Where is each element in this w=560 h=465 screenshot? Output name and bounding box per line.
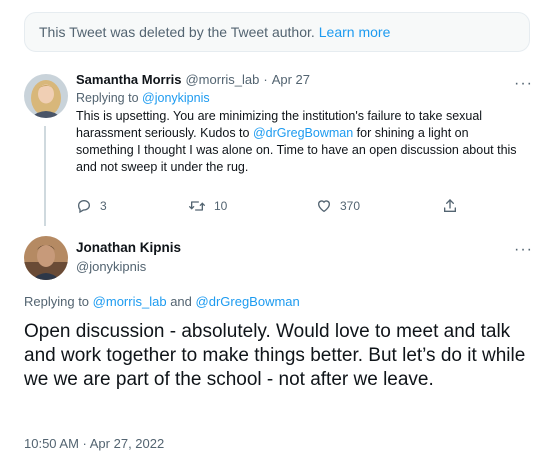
like-button[interactable]: 370	[316, 198, 360, 214]
retweet-icon	[189, 201, 205, 211]
thread-connector-line	[44, 126, 46, 226]
mention-link-morris-lab[interactable]: @morris_lab	[93, 294, 167, 309]
share-icon	[444, 199, 456, 212]
author-name[interactable]: Samantha Morris	[76, 72, 181, 87]
author-handle[interactable]: @morris_lab	[185, 72, 259, 87]
main-more-options-icon[interactable]: ···	[514, 242, 533, 258]
reply-button[interactable]: 3	[76, 198, 107, 214]
more-options-icon[interactable]: ···	[514, 76, 533, 92]
deleted-tweet-text: This Tweet was deleted by the Tweet auth…	[39, 24, 315, 40]
main-tweet-header: Jonathan Kipnis @jonykipnis	[76, 240, 181, 274]
mention-link-drgregbowman-main[interactable]: @drGregBowman	[196, 294, 300, 309]
avatar-jonathan-kipnis[interactable]	[24, 236, 68, 280]
retweet-count: 10	[214, 199, 228, 213]
tweet-action-bar: 3 10 370	[76, 198, 466, 216]
retweet-button[interactable]: 10	[188, 198, 227, 214]
replying-to-prefix: Replying to	[76, 91, 139, 105]
tweet-date[interactable]: Apr 27	[272, 72, 310, 87]
mention-link-drgregbowman[interactable]: @drGregBowman	[253, 126, 353, 140]
reply-tweet[interactable]: Samantha Morris @morris_lab · Apr 27 Rep…	[76, 72, 526, 176]
separator-dot: ·	[263, 72, 268, 87]
mention-link-jonykipnis[interactable]: @jonykipnis	[142, 91, 210, 105]
reply-count: 3	[100, 199, 107, 213]
tweet-body: This is upsetting. You are minimizing th…	[76, 108, 526, 176]
avatar-samantha-morris[interactable]	[24, 74, 68, 118]
main-replying-to-line: Replying to @morris_lab and @drGregBowma…	[24, 294, 300, 309]
replying-and: and	[170, 294, 192, 309]
like-count: 370	[340, 199, 361, 213]
main-author-handle[interactable]: @jonykipnis	[76, 259, 181, 274]
share-button[interactable]	[442, 198, 466, 214]
reply-tweet-header: Samantha Morris @morris_lab · Apr 27	[76, 72, 526, 87]
main-author-name[interactable]: Jonathan Kipnis	[76, 240, 181, 255]
reply-icon	[77, 199, 91, 214]
main-replying-prefix: Replying to	[24, 294, 90, 309]
learn-more-link[interactable]: Learn more	[319, 24, 391, 40]
main-tweet-text: Open discussion - absolutely. Would love…	[24, 321, 526, 390]
replying-to-line: Replying to @jonykipnis	[76, 91, 526, 105]
main-tweet-timestamp[interactable]: 10:50 AM · Apr 27, 2022	[24, 436, 164, 451]
heart-icon	[317, 200, 331, 213]
deleted-tweet-notice: This Tweet was deleted by the Tweet auth…	[24, 12, 530, 52]
